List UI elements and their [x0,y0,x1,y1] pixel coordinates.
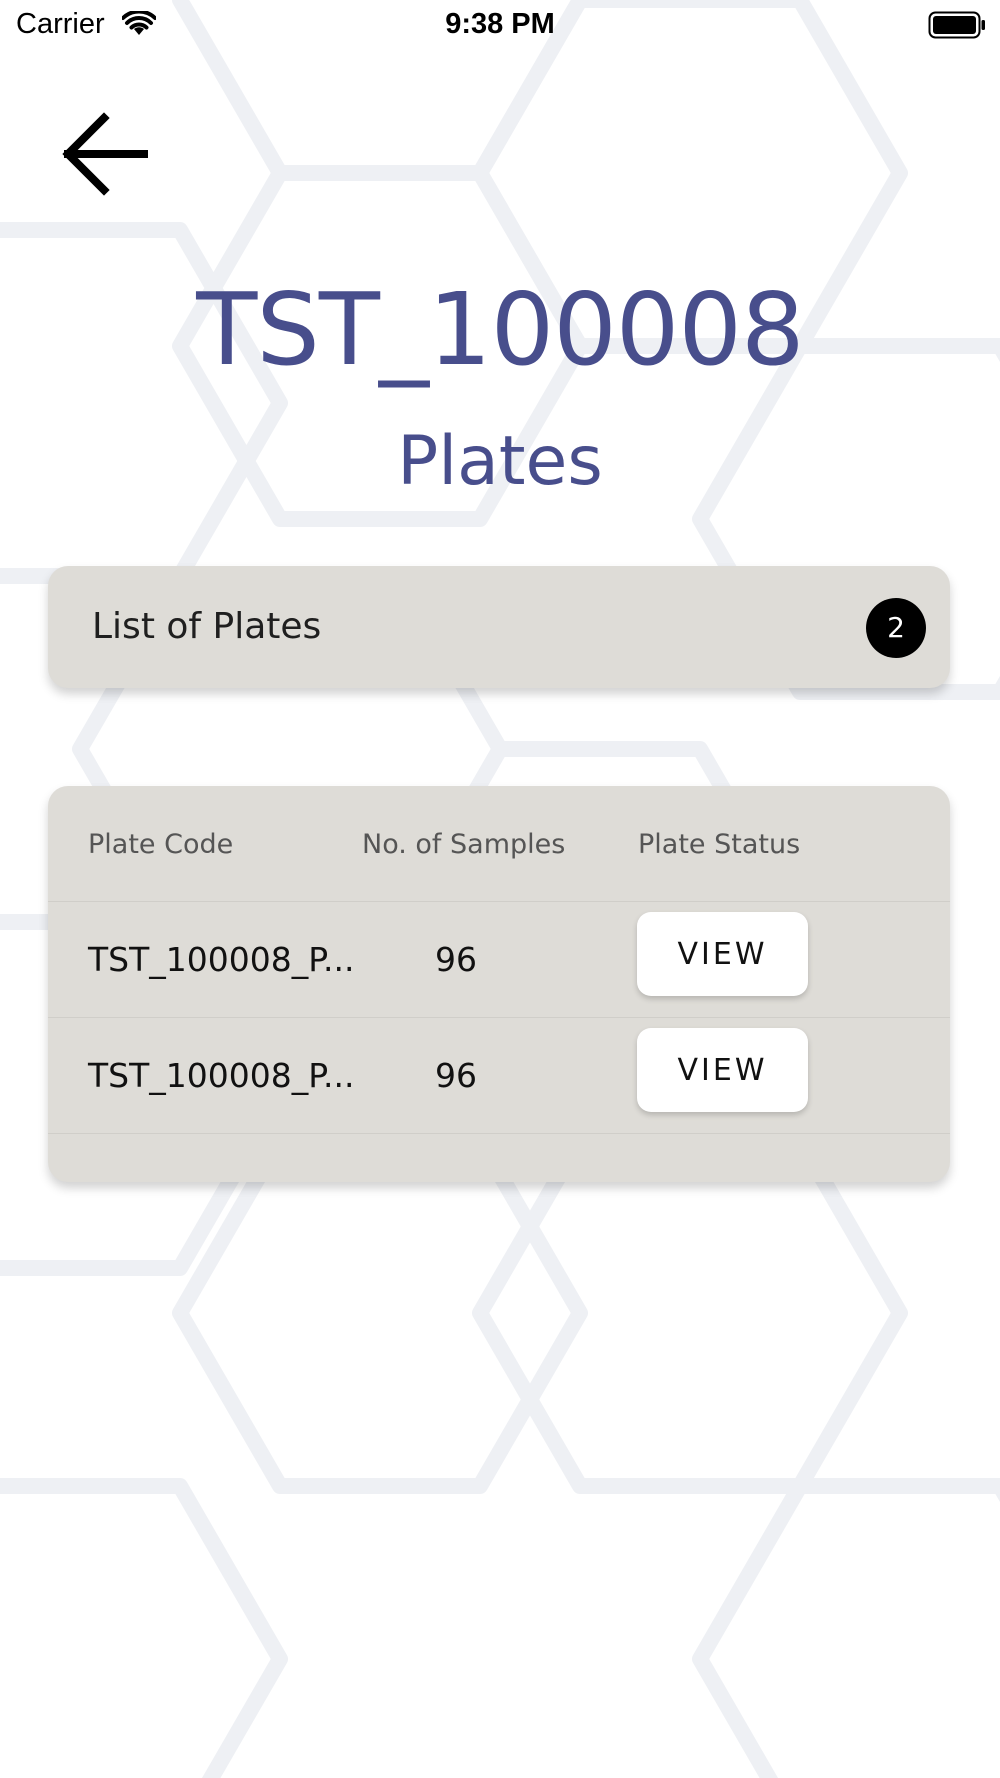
plate-count-badge: 2 [866,598,926,658]
status-bar: Carrier 9:38 PM [0,0,1000,50]
samples-cell: 96 [435,1056,477,1095]
page-title: TST_100008 [196,271,804,388]
plates-table: Plate Code No. of Samples Plate Status T… [48,786,950,1182]
table-divider [48,1133,950,1134]
plate-code-cell: TST_100008_P... [88,940,355,979]
battery-icon [928,11,985,39]
view-plate-button[interactable]: VIEW [637,912,808,996]
column-header-samples: No. of Samples [362,829,566,860]
table-row: TST_100008_P... 96 VIEW [48,1017,950,1134]
column-header-plate-code: Plate Code [88,829,234,860]
arrow-left-icon [62,112,148,196]
page-subtitle: Plates [397,422,603,501]
back-button[interactable] [62,110,152,200]
list-of-plates-header[interactable]: List of Plates 2 [48,566,950,688]
plate-code-cell: TST_100008_P... [88,1056,355,1095]
table-row: TST_100008_P... 96 VIEW [48,901,950,1018]
list-header-label: List of Plates [92,606,322,647]
samples-cell: 96 [435,940,477,979]
clock: 9:38 PM [445,8,555,40]
view-plate-button[interactable]: VIEW [637,1028,808,1112]
column-header-plate-status: Plate Status [638,829,801,860]
